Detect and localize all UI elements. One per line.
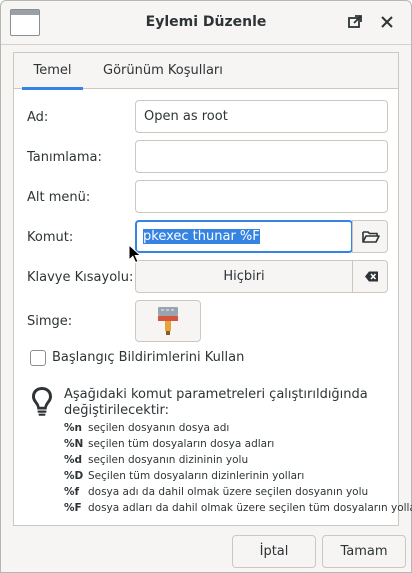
parameter-code: %d — [64, 454, 83, 466]
clear-shortcut-button[interactable] — [352, 260, 388, 293]
tab-notebook: Temel Görünüm Koşulları Ad: Open as root… — [13, 52, 412, 526]
parameter-description: seçilen dosyanın dosya adı — [88, 422, 230, 434]
submenu-field[interactable] — [135, 180, 388, 213]
browse-command-button[interactable] — [352, 220, 388, 253]
edit-action-dialog: Eylemi Düzenle Temel Görünüm Koşulları A… — [0, 0, 412, 573]
parameter-row: %D Seçilen tüm dosyaların dizinlerinin yo… — [64, 468, 396, 484]
active-tab-indicator — [22, 87, 83, 90]
icon-chooser-button[interactable] — [135, 300, 201, 342]
ok-button[interactable]: Tamam — [322, 535, 406, 568]
tab-basic[interactable]: Temel — [22, 53, 83, 90]
titlebar: Eylemi Düzenle — [1, 1, 411, 45]
shortcut-label: Klavye Kısayolu: — [27, 270, 134, 285]
command-selected-text: pkexec thunar %F — [143, 229, 260, 244]
parameters-list: %n seçilen dosyanın dosya adı %N seçilen t… — [64, 420, 412, 516]
maximize-button[interactable] — [344, 11, 366, 33]
parameter-description: dosya adları da dahil olmak üzere seçile… — [88, 502, 412, 514]
cancel-button[interactable]: İptal — [232, 535, 316, 568]
parameters-info-text: Aşağıdaki komut parametreleri çalıştırıl… — [64, 387, 368, 418]
parameter-row: %n seçilen dosyanın dosya adı — [64, 420, 396, 436]
description-label: Tanımlama: — [27, 150, 102, 165]
parameter-description: Seçilen tüm dosyaların dizinlerinin yoll… — [88, 470, 305, 482]
parameter-row: %d seçilen dosyanın dizininin yolu — [64, 452, 396, 468]
startup-notification-checkbox[interactable] — [30, 350, 46, 366]
parameter-code: %F — [64, 502, 82, 514]
command-field[interactable]: pkexec thunar %F — [135, 220, 353, 253]
parameter-code: %f — [64, 486, 80, 498]
parameter-description: seçilen tüm dosyaların dosya adları — [88, 438, 275, 450]
icon-label: Simge: — [27, 314, 73, 329]
parameter-row: %f dosya adı da dahil olmak üzere seçilen… — [64, 484, 396, 500]
name-label: Ad: — [27, 110, 49, 125]
parameter-row: %F dosya adları da dahil olmak üzere seçi… — [64, 500, 412, 516]
lightbulb-icon — [32, 387, 52, 416]
startup-notification-label[interactable]: Başlangıç Bildirimlerini Kullan — [52, 350, 244, 365]
parameter-description: seçilen dosyanın dizininin yolu — [88, 454, 249, 466]
parameter-code: %D — [64, 470, 84, 482]
parameter-code: %n — [64, 422, 82, 434]
close-icon — [381, 16, 393, 28]
tab-appearance-conditions-label: Görünüm Koşulları — [103, 63, 223, 78]
folder-open-icon — [362, 231, 380, 243]
tab-appearance-conditions[interactable]: Görünüm Koşulları — [95, 53, 231, 89]
backspace-clear-icon — [365, 271, 378, 282]
parameter-description: dosya adı da dahil olmak üzere seçilen d… — [88, 486, 369, 498]
tab-basic-label: Temel — [33, 63, 72, 78]
shortcut-button[interactable]: Hiçbiri — [135, 260, 353, 293]
paint-brush-icon — [158, 307, 178, 335]
description-field[interactable] — [135, 140, 388, 173]
submenu-label: Alt menü: — [27, 190, 91, 205]
command-label: Komut: — [27, 230, 74, 245]
maximize-icon — [348, 15, 362, 28]
parameter-row: %N seçilen tüm dosyaların dosya adları — [64, 436, 396, 452]
name-field[interactable]: Open as root — [135, 100, 388, 133]
tab-bar: Temel Görünüm Koşulları — [14, 53, 398, 90]
close-button[interactable] — [376, 11, 398, 33]
mouse-pointer-icon — [128, 244, 142, 264]
parameter-code: %N — [64, 438, 84, 450]
